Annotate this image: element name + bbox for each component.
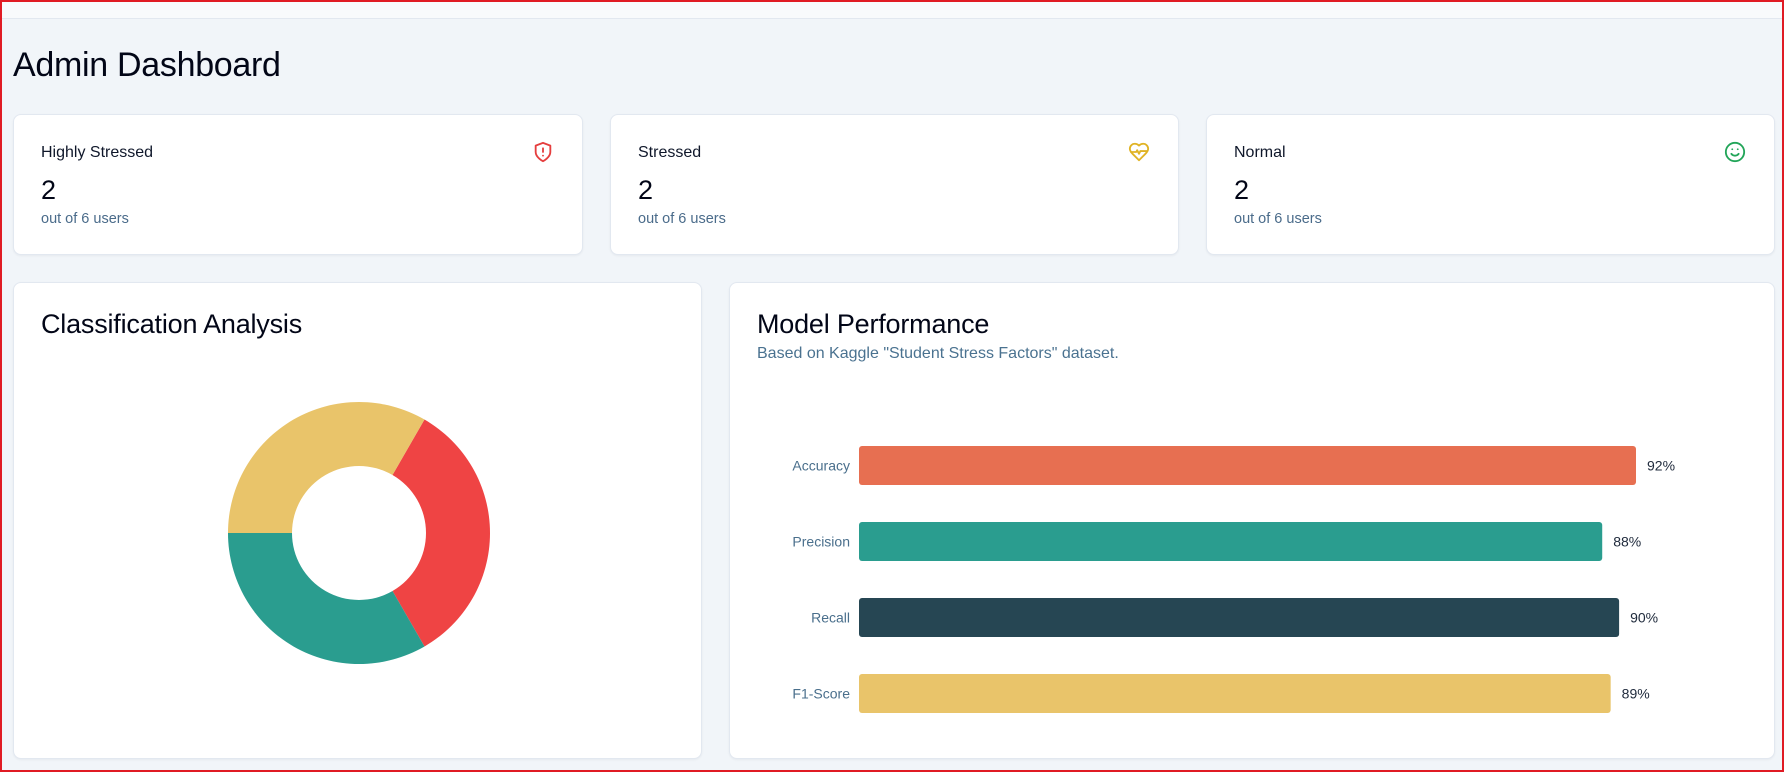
bar-category-label: Precision <box>792 534 850 550</box>
stat-subtext: out of 6 users <box>1234 211 1322 227</box>
stat-subtext: out of 6 users <box>638 211 726 227</box>
stat-label: Normal <box>1234 144 1286 161</box>
stat-value: 2 <box>41 175 57 205</box>
heart-pulse-icon <box>1128 142 1150 162</box>
stat-value: 2 <box>1234 175 1250 205</box>
donut-slice-stressed[interactable] <box>228 402 425 533</box>
bar-value-label: 88% <box>1613 534 1641 550</box>
bar-value-label: 89% <box>1622 686 1650 702</box>
bar-value-label: 90% <box>1630 610 1658 626</box>
stat-label: Highly Stressed <box>41 144 154 161</box>
stat-value: 2 <box>638 175 654 205</box>
bar-value-label: 92% <box>1647 458 1675 474</box>
bar-f1-score[interactable] <box>859 674 1611 713</box>
model-performance-bar-chart: Accuracy 92% Precision 88% Recall 90% F1-Score… <box>792 446 1675 713</box>
smile-icon <box>1724 141 1746 163</box>
classification-analysis-card: Classification Analysis <box>13 282 702 759</box>
bar-precision[interactable] <box>859 522 1603 561</box>
stat-card-highly-stressed: Highly Stressed 2 out of 6 users <box>13 114 583 255</box>
stat-subtext: out of 6 users <box>41 211 129 227</box>
shield-alert-icon <box>534 141 552 163</box>
model-performance-card: Model Performance Based on Kaggle "Stude… <box>729 282 1775 759</box>
bar-category-label: Recall <box>811 610 850 626</box>
page-title: Admin Dashboard <box>13 46 281 84</box>
bar-category-label: Accuracy <box>792 458 850 474</box>
stat-card-stressed: Stressed 2 out of 6 users <box>610 114 1179 255</box>
top-bar <box>2 2 1782 19</box>
stat-card-normal: Normal 2 out of 6 users <box>1206 114 1775 255</box>
classification-donut-chart <box>228 402 491 664</box>
bar-category-label: F1-Score <box>792 686 850 702</box>
stat-label: Stressed <box>638 144 702 161</box>
bar-recall[interactable] <box>859 598 1620 637</box>
bar-accuracy[interactable] <box>859 446 1636 485</box>
donut-slice-highly-stressed[interactable] <box>392 419 491 647</box>
donut-slice-normal[interactable] <box>228 533 425 664</box>
